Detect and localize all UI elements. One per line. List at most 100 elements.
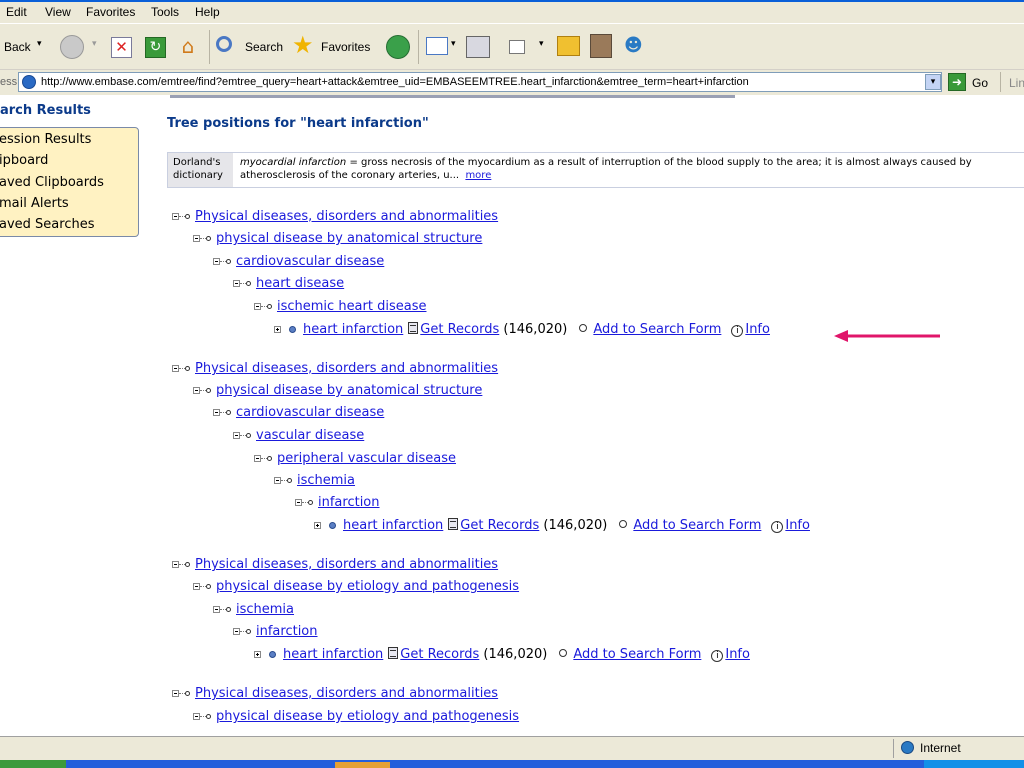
messenger-icon[interactable]: ☻: [624, 35, 648, 57]
menu-tools[interactable]: Tools: [151, 5, 179, 19]
edit-dropdown-icon[interactable]: ▾: [539, 38, 544, 49]
tree-link[interactable]: physical disease by etiology and pathoge…: [216, 709, 519, 724]
collapse-icon[interactable]: [193, 713, 200, 720]
mail-dropdown-icon[interactable]: ▾: [451, 38, 456, 49]
info-link[interactable]: Info: [745, 322, 770, 337]
info-link[interactable]: Info: [725, 647, 750, 662]
sidebar-menu: ession Results ipboard aved Clipboards m…: [0, 127, 139, 237]
sidebar-item-saved-clipboards[interactable]: aved Clipboards: [0, 175, 104, 190]
tree-leaf-row: heart infarction Get Records (146,020) Add…: [274, 322, 770, 342]
tree-link[interactable]: infarction: [318, 495, 380, 510]
get-records-link[interactable]: Get Records: [420, 322, 499, 337]
tree-link[interactable]: peripheral vascular disease: [277, 451, 456, 466]
collapse-icon[interactable]: [172, 561, 179, 568]
collapse-icon[interactable]: [274, 477, 281, 484]
expand-icon[interactable]: [274, 326, 281, 333]
forward-icon[interactable]: [60, 35, 84, 59]
collapse-icon[interactable]: [193, 235, 200, 242]
leaf-node-icon: [289, 326, 296, 333]
collapse-icon[interactable]: [172, 213, 179, 220]
add-to-search-form-link[interactable]: Add to Search Form: [573, 647, 701, 662]
collapse-icon[interactable]: [213, 606, 220, 613]
tree-leaf-link[interactable]: heart infarction: [303, 322, 403, 337]
records-icon: [448, 518, 459, 530]
research-icon[interactable]: [590, 34, 612, 58]
tree-link[interactable]: infarction: [256, 624, 318, 639]
tree-link[interactable]: physical disease by anatomical structure: [216, 383, 482, 398]
tree-row: ischemic heart disease: [254, 299, 426, 319]
collapse-icon[interactable]: [254, 455, 261, 462]
history-icon[interactable]: [386, 35, 410, 59]
collapse-icon[interactable]: [193, 583, 200, 590]
start-button[interactable]: [0, 760, 66, 768]
tree-link[interactable]: vascular disease: [256, 428, 364, 443]
tree-link[interactable]: cardiovascular disease: [236, 405, 384, 420]
menu-favorites[interactable]: Favorites: [86, 5, 135, 19]
discuss-icon[interactable]: [557, 36, 580, 56]
sidebar-item-clipboard[interactable]: ipboard: [0, 153, 48, 168]
sidebar-item-saved-searches[interactable]: aved Searches: [0, 217, 94, 232]
tree-link[interactable]: physical disease by anatomical structure: [216, 231, 482, 246]
back-button[interactable]: Back: [4, 40, 31, 54]
tree-link[interactable]: heart disease: [256, 276, 344, 291]
tree-leaf-link[interactable]: heart infarction: [343, 518, 443, 533]
address-dropdown-icon[interactable]: ▾: [925, 74, 941, 90]
collapse-icon[interactable]: [233, 628, 240, 635]
tree-link[interactable]: cardiovascular disease: [236, 254, 384, 269]
tree-row: physical disease by anatomical structure: [193, 231, 482, 251]
refresh-icon[interactable]: ↻: [145, 37, 166, 58]
get-records-link[interactable]: Get Records: [400, 647, 479, 662]
tree-row: ischemia: [213, 602, 294, 622]
collapse-icon[interactable]: [295, 499, 302, 506]
tree-link[interactable]: ischemic heart disease: [277, 299, 426, 314]
collapse-icon[interactable]: [193, 387, 200, 394]
search-button[interactable]: Search: [245, 40, 283, 54]
add-to-search-form-link[interactable]: Add to Search Form: [593, 322, 721, 337]
get-records-link[interactable]: Get Records: [460, 518, 539, 533]
menu-view[interactable]: View: [45, 5, 71, 19]
info-link[interactable]: Info: [785, 518, 810, 533]
info-icon: i: [771, 521, 784, 533]
back-dropdown-icon[interactable]: ▾: [37, 38, 42, 49]
menu-help[interactable]: Help: [195, 5, 220, 19]
go-arrow-icon[interactable]: ➜: [948, 73, 966, 91]
tree-link[interactable]: Physical diseases, disorders and abnorma…: [195, 557, 498, 572]
dorland-more-link[interactable]: more: [465, 170, 491, 181]
tree-leaf-link[interactable]: heart infarction: [283, 647, 383, 662]
taskbar-item[interactable]: [335, 762, 390, 768]
tree-link[interactable]: physical disease by etiology and pathoge…: [216, 579, 519, 594]
search-icon[interactable]: [216, 36, 232, 52]
sidebar-item-email-alerts[interactable]: mail Alerts: [0, 196, 69, 211]
collapse-icon[interactable]: [172, 690, 179, 697]
toolbar-separator: [209, 30, 210, 64]
menu-edit[interactable]: Edit: [6, 5, 27, 19]
expand-icon[interactable]: [254, 651, 261, 658]
tree-link[interactable]: Physical diseases, disorders and abnorma…: [195, 209, 498, 224]
add-to-search-form-link[interactable]: Add to Search Form: [633, 518, 761, 533]
forward-dropdown-icon[interactable]: ▾: [92, 38, 97, 49]
collapse-icon[interactable]: [172, 365, 179, 372]
collapse-icon[interactable]: [254, 303, 261, 310]
collapse-icon[interactable]: [233, 432, 240, 439]
tree-link[interactable]: ischemia: [297, 473, 355, 488]
favorites-star-icon[interactable]: ★: [292, 32, 318, 58]
favorites-button[interactable]: Favorites: [321, 40, 370, 54]
go-button[interactable]: Go: [972, 76, 988, 90]
sidebar-item-session-results[interactable]: ession Results: [0, 132, 91, 147]
stop-icon[interactable]: ✕: [111, 37, 132, 58]
mail-icon[interactable]: [426, 37, 448, 55]
collapse-icon[interactable]: [233, 280, 240, 287]
edit-icon[interactable]: [509, 40, 525, 54]
print-icon[interactable]: [466, 36, 490, 58]
collapse-icon[interactable]: [213, 409, 220, 416]
home-icon[interactable]: ⌂: [176, 35, 200, 59]
tree-link[interactable]: ischemia: [236, 602, 294, 617]
tree-link[interactable]: Physical diseases, disorders and abnorma…: [195, 686, 498, 701]
expand-icon[interactable]: [314, 522, 321, 529]
collapse-icon[interactable]: [213, 258, 220, 265]
dorland-term: myocardial infarction: [240, 157, 347, 168]
tree-link[interactable]: Physical diseases, disorders and abnorma…: [195, 361, 498, 376]
tree-node-icon: [185, 691, 190, 696]
address-input[interactable]: http://www.embase.com/emtree/find?emtree…: [18, 72, 942, 92]
links-button[interactable]: Lin: [1009, 76, 1024, 90]
